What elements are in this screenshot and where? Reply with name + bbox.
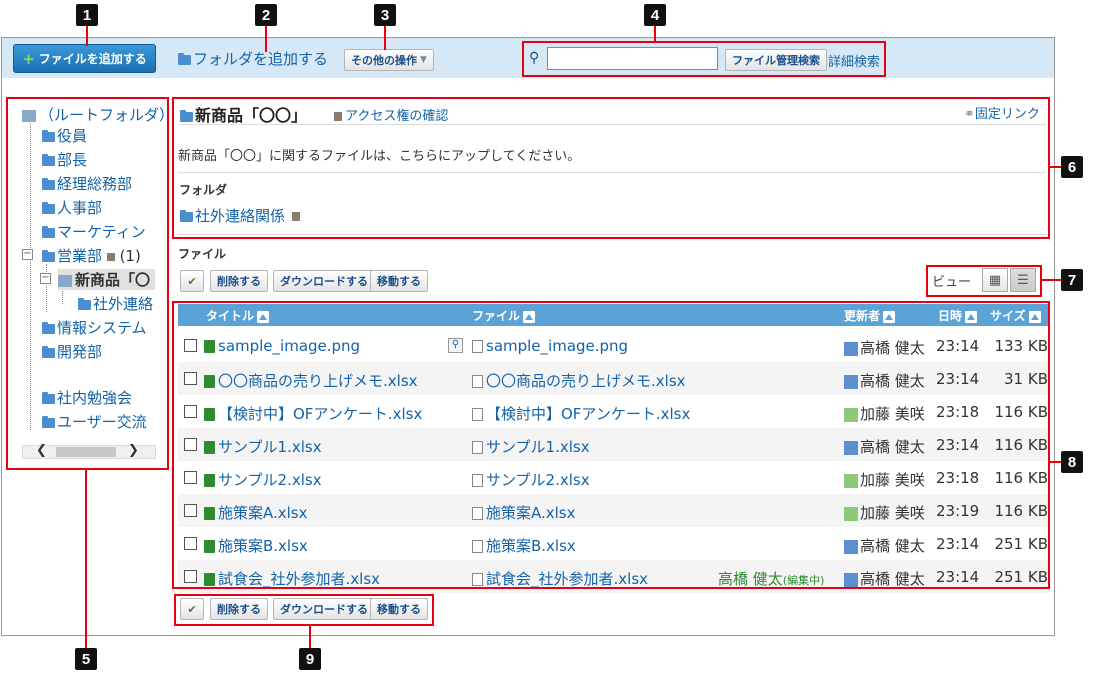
callout-2: 2 (255, 4, 277, 26)
annotation-box-9 (174, 594, 434, 626)
check-icon: ✔ (187, 274, 197, 288)
add-file-button[interactable]: + ファイルを追加する (13, 44, 156, 73)
folder-icon (178, 52, 191, 65)
annotation-box-5 (6, 97, 169, 470)
callout-8: 8 (1061, 451, 1083, 473)
other-operations-button[interactable]: その他の操作 ▼ (344, 49, 434, 71)
add-file-label: ファイルを追加する (38, 52, 147, 66)
delete-button[interactable]: 削除する (210, 270, 268, 292)
annotation-box-7 (926, 265, 1042, 297)
chevron-down-icon: ▼ (420, 55, 427, 65)
other-operations-label: その他の操作 (351, 54, 417, 67)
callout-7: 7 (1061, 269, 1083, 291)
annotation-box-8 (172, 301, 1050, 589)
move-button[interactable]: 移動する (370, 270, 428, 292)
callout-5: 5 (75, 648, 97, 670)
callout-6: 6 (1061, 156, 1083, 178)
add-folder-label: フォルダを追加する (193, 50, 329, 68)
callout-1: 1 (76, 4, 98, 26)
annotation-box-6 (172, 97, 1050, 239)
download-button[interactable]: ダウンロードする (273, 270, 375, 292)
check-all-button[interactable]: ✔ (180, 270, 204, 292)
annotation-box-4 (522, 41, 886, 77)
callout-4: 4 (644, 4, 666, 26)
plus-icon: + (22, 49, 35, 68)
add-folder-link[interactable]: フォルダを追加する (178, 48, 328, 69)
files-heading: ファイル (178, 247, 227, 261)
callout-9: 9 (299, 648, 321, 670)
callout-3: 3 (374, 4, 396, 26)
